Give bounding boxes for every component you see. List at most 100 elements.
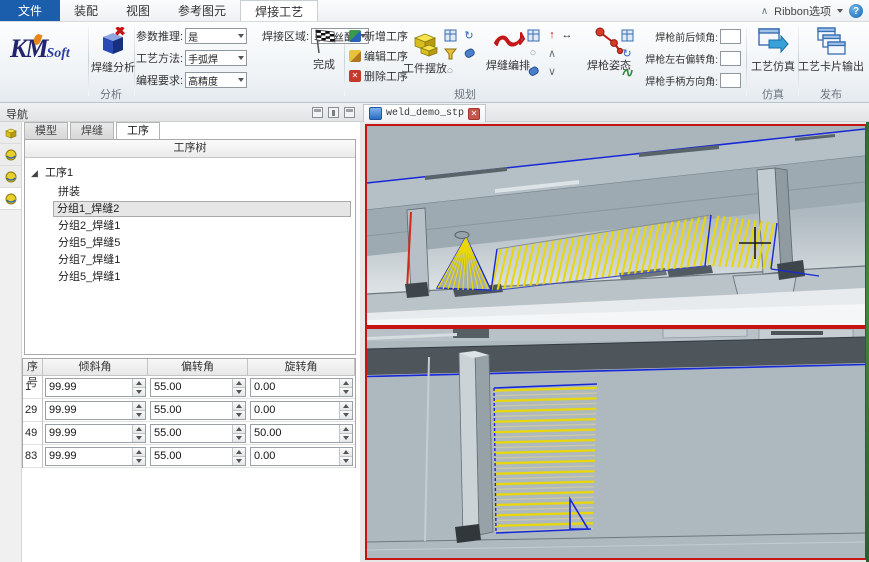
param-infer-label: 参数推理:	[136, 28, 183, 44]
left-panel: 模型 焊缝 工序 工序树 ◢ 工序1 拼装 分组1_焊缝2 分组2_焊缝1 分组…	[0, 122, 360, 562]
app-window: 文件 装配 视图 参考图元 焊接工艺 ∧ Ribbon选项 ? KMSoft	[0, 0, 869, 562]
menu-tab-file[interactable]: 文件	[0, 0, 60, 21]
tree-item[interactable]: 分组5_焊缝1	[55, 269, 123, 285]
help-icon[interactable]: ?	[849, 4, 863, 18]
spinner[interactable]	[132, 425, 145, 442]
finish-flag-icon	[312, 28, 336, 54]
up-arrow-icon[interactable]: ↑	[545, 28, 559, 42]
cylinder-icon[interactable]	[462, 46, 476, 60]
nav-tabs: 模型 焊缝 工序	[24, 122, 162, 139]
program-req-select[interactable]: 高精度	[185, 72, 247, 88]
menu-tab-weld-process[interactable]: 焊接工艺	[240, 0, 318, 21]
spinner[interactable]	[132, 379, 145, 396]
circle-icon[interactable]: ○	[443, 64, 457, 78]
param-infer-select[interactable]: 是	[185, 28, 247, 44]
tilt-input[interactable]: 99.99	[45, 401, 146, 420]
weld-analysis-button[interactable]: 焊缝分析	[92, 27, 134, 75]
spinner[interactable]	[339, 402, 352, 419]
col-header-no: 序号	[23, 359, 43, 376]
tree-item[interactable]: 分组2_焊缝1	[55, 218, 123, 234]
rotate-icon[interactable]: ↻	[620, 46, 634, 60]
export-card-button[interactable]: 工艺卡片输出	[800, 26, 862, 74]
panel-dock-icon[interactable]	[312, 107, 323, 118]
spinner[interactable]	[339, 448, 352, 465]
edit-grid-icon[interactable]	[620, 28, 634, 42]
spinner[interactable]	[339, 379, 352, 396]
strip-seam-button[interactable]	[0, 144, 21, 166]
tilt-input[interactable]: 99.99	[45, 424, 146, 443]
process-method-label: 工艺方法:	[136, 50, 183, 66]
ribbon-collapse-icon[interactable]: ∧	[761, 6, 768, 17]
rotate-icon[interactable]: ↻	[462, 28, 476, 42]
menu-tab-assembly[interactable]: 装配	[60, 0, 112, 21]
tab-model[interactable]: 模型	[24, 122, 68, 139]
panel-pin-icon[interactable]	[328, 107, 339, 118]
rotate-input[interactable]: 50.00	[250, 424, 353, 443]
finish-button[interactable]: 完成	[306, 28, 342, 72]
close-document-icon[interactable]: ✕	[468, 108, 480, 120]
strip-process-button[interactable]	[0, 188, 21, 210]
tilt-input[interactable]: 99.99	[45, 378, 146, 397]
ribbon-options-dropdown-icon[interactable]	[837, 9, 843, 13]
group-label-plan: 规划	[350, 86, 580, 100]
deflect-input[interactable]: 55.00	[150, 378, 246, 397]
tree-item[interactable]: 分组5_焊缝5	[55, 235, 123, 251]
edit-process-icon	[349, 50, 361, 62]
nav-panel-title: 导航	[6, 106, 28, 122]
circle-icon[interactable]: ○	[526, 46, 540, 60]
torch-yaw-input[interactable]	[720, 51, 741, 66]
tree-root-process1[interactable]: ◢ 工序1	[31, 164, 73, 180]
menu-tab-reference[interactable]: 参考图元	[164, 0, 240, 21]
rotate-input[interactable]: 0.00	[250, 401, 353, 420]
tree-item[interactable]: 分组7_焊缝1	[55, 252, 123, 268]
spinner[interactable]	[339, 425, 352, 442]
tilt-input[interactable]: 99.99	[45, 447, 146, 466]
chevron-down-icon[interactable]: ∨	[545, 64, 559, 78]
document-tab[interactable]: weld_demo_stp ✕	[363, 104, 486, 122]
spinner[interactable]	[132, 402, 145, 419]
sphere-icon	[5, 193, 17, 205]
spinner[interactable]	[132, 448, 145, 465]
ribbon-options-label[interactable]: Ribbon选项	[774, 3, 831, 19]
ribbon: KMSoft 焊缝分析 分析 参数推理: 是 焊接区域:	[0, 22, 869, 103]
row-no: 49	[23, 422, 43, 445]
deflect-input[interactable]: 55.00	[150, 424, 246, 443]
spinner[interactable]	[232, 425, 245, 442]
spinner[interactable]	[232, 448, 245, 465]
rotate-input[interactable]: 0.00	[250, 447, 353, 466]
strip-model-button[interactable]	[0, 122, 21, 144]
deflect-input[interactable]: 55.00	[150, 447, 246, 466]
weld-analysis-icon	[99, 27, 127, 57]
cylinder-icon[interactable]	[526, 64, 540, 78]
spring-icon[interactable]	[620, 64, 634, 78]
simulate-icon	[757, 26, 789, 56]
viewport-3d-bottom[interactable]	[365, 327, 867, 560]
viewport-3d-top[interactable]	[365, 124, 867, 327]
menu-tab-view[interactable]: 视图	[112, 0, 164, 21]
torch-pitch-label: 焊枪前后倾角:	[634, 29, 718, 44]
col-header-deflect: 偏转角	[148, 359, 248, 376]
strip-group-button[interactable]	[0, 166, 21, 188]
tree-item-selected[interactable]: 分组1_焊缝2	[53, 201, 351, 217]
torch-roll-label: 焊枪手柄方向角:	[634, 73, 718, 88]
tree-item[interactable]: 拼装	[55, 184, 83, 200]
simulate-button[interactable]: 工艺仿真	[750, 26, 796, 74]
delete-process-icon: ✕	[349, 70, 361, 82]
spinner[interactable]	[232, 402, 245, 419]
view-grid-icon[interactable]	[443, 28, 457, 42]
panel-close-icon[interactable]	[344, 107, 355, 118]
tab-seam[interactable]: 焊缝	[70, 122, 114, 139]
tab-process[interactable]: 工序	[116, 122, 160, 139]
funnel-icon[interactable]	[443, 46, 457, 60]
left-right-arrow-icon[interactable]: ↔	[560, 28, 574, 42]
rotate-input[interactable]: 0.00	[250, 378, 353, 397]
spinner[interactable]	[232, 379, 245, 396]
torch-pitch-input[interactable]	[720, 29, 741, 44]
process-method-select[interactable]: 手弧焊	[185, 50, 247, 66]
chevron-up-icon[interactable]: ∧	[545, 46, 559, 60]
torch-roll-input[interactable]	[720, 73, 741, 88]
tree-expander-icon[interactable]: ◢	[31, 168, 38, 179]
deflect-input[interactable]: 55.00	[150, 401, 246, 420]
kmsoft-logo: KMSoft	[10, 34, 82, 72]
view-grid-icon[interactable]	[526, 28, 540, 42]
